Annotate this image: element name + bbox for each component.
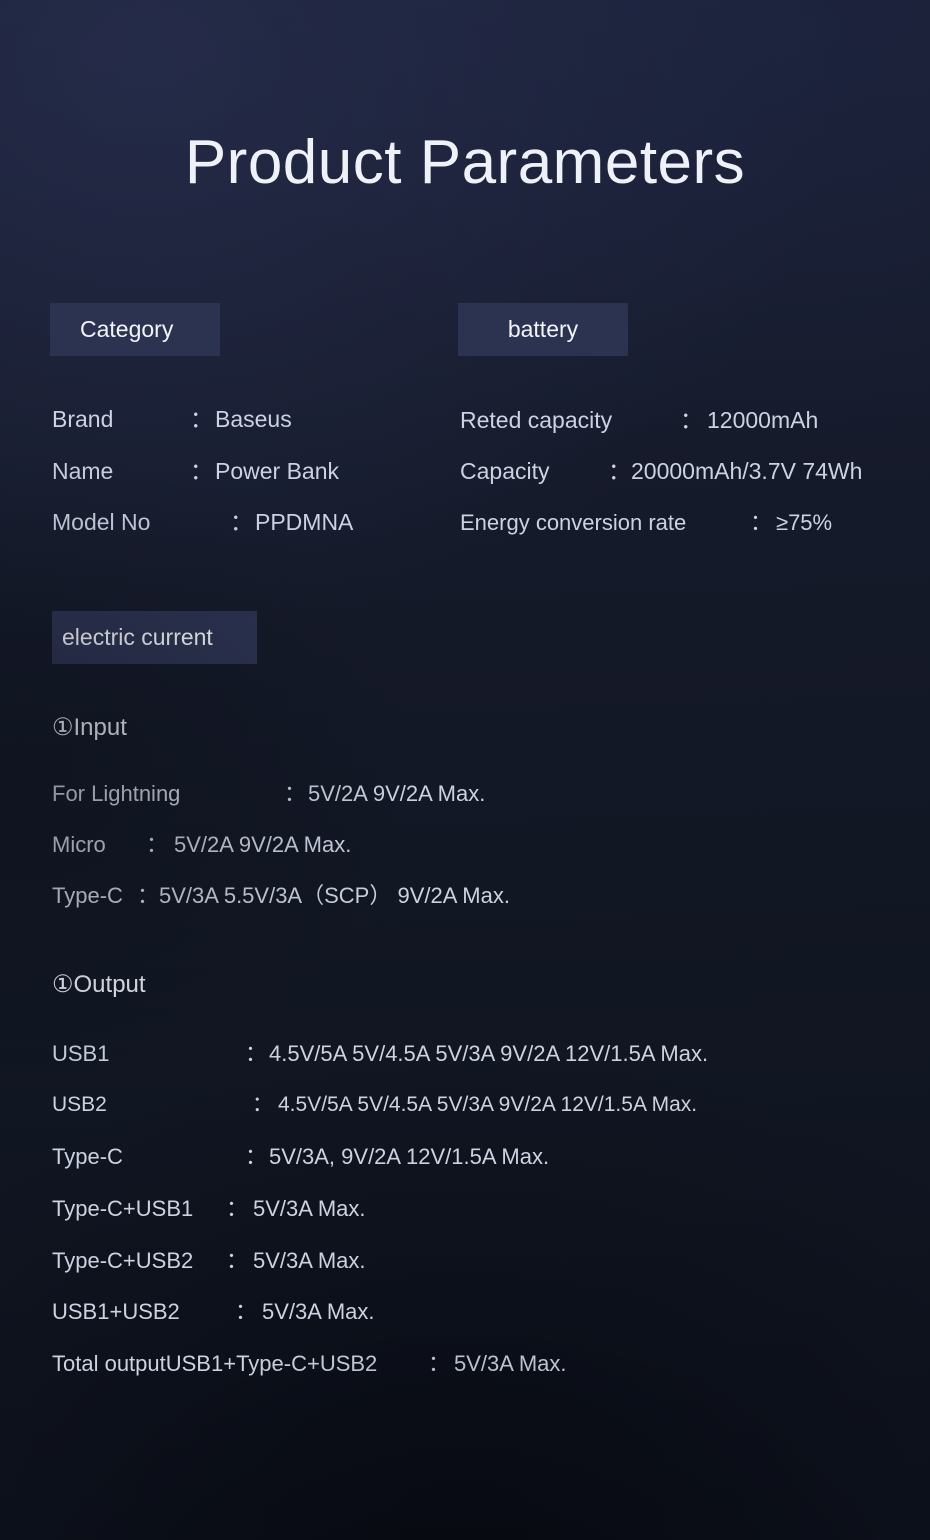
spec-row-input-type-c: Type-C ： 5V/3A 5.5V/3A（SCP） 9V/2A Max. <box>52 878 510 910</box>
spec-label: Capacity <box>460 458 550 484</box>
spec-row-output-usb1-plus-usb2: USB1+USB2 ： 5V/3A Max. <box>52 1294 375 1326</box>
page-title: Product Parameters <box>184 128 746 197</box>
spec-label: For Lightning <box>52 781 181 806</box>
spec-colon: ： <box>680 407 703 433</box>
spec-row-output-type-c: Type-C ： 5V/3A, 9V/2A 12V/1.5A Max. <box>52 1139 549 1171</box>
section-badge-category: Category <box>50 303 220 356</box>
spec-label: Type-C+USB2 <box>52 1248 194 1273</box>
spec-label: Brand <box>52 406 114 432</box>
spec-row-name: Name ： Power Bank <box>52 452 339 486</box>
spec-row-input-micro: Micro ： 5V/2A 9V/2A Max. <box>52 827 351 859</box>
spec-label: Energy conversion rate <box>460 510 687 535</box>
spec-row-input-for-lightning: For Lightning ： 5V/2A 9V/2A Max. <box>52 776 485 808</box>
spec-value: 4.5V/5A 5V/4.5A 5V/3A 9V/2A 12V/1.5A Max… <box>269 1041 709 1066</box>
spec-colon: ： <box>428 1351 451 1376</box>
spec-label: USB1 <box>52 1041 110 1066</box>
spec-colon: ： <box>750 510 773 535</box>
spec-colon: ： <box>284 781 307 806</box>
spec-row-capacity: Capacity ： 20000mAh/3.7V 74Wh <box>460 452 862 486</box>
spec-label: Total outputUSB1+Type-C+USB2 <box>52 1351 378 1376</box>
spec-colon: ： <box>252 1093 273 1116</box>
spec-row-output-usb2: USB2 ： 4.5V/5A 5V/4.5A 5V/3A 9V/2A 12V/1… <box>52 1088 697 1118</box>
spec-value: 5V/2A 9V/2A Max. <box>174 832 352 857</box>
spec-value: 5V/2A 9V/2A Max. <box>308 781 486 806</box>
spec-value: 12000mAh <box>707 407 819 433</box>
spec-colon: ： <box>190 406 213 432</box>
product-parameters-page: Product Parameters Category Brand ： Base… <box>0 0 930 1540</box>
spec-value: ≥75% <box>776 510 833 535</box>
spec-row-rated-capacity: Reted capacity ： 12000mAh <box>460 401 818 435</box>
spec-value: Baseus <box>215 406 292 432</box>
spec-row-output-total: Total outputUSB1+Type-C+USB2 ： 5V/3A Max… <box>52 1346 567 1378</box>
spec-row-output-usb1: USB1 ： 4.5V/5A 5V/4.5A 5V/3A 9V/2A 12V/1… <box>52 1036 708 1068</box>
subheading-input: ①Input <box>52 714 127 741</box>
spec-colon: ： <box>230 509 253 535</box>
spec-colon: ： <box>235 1299 258 1324</box>
section-badge-battery: battery <box>458 303 628 356</box>
spec-label: Type-C+USB1 <box>52 1196 194 1221</box>
spec-row-output-type-c-plus-usb1: Type-C+USB1 ： 5V/3A Max. <box>52 1191 366 1223</box>
spec-label: Reted capacity <box>460 407 613 433</box>
spec-value: 5V/3A, 9V/2A 12V/1.5A Max. <box>269 1144 550 1169</box>
spec-row-energy-conversion-rate: Energy conversion rate ： ≥75% <box>460 505 832 537</box>
spec-colon: ： <box>245 1041 268 1066</box>
spec-colon: ： <box>137 883 160 908</box>
spec-row-brand: Brand ： Baseus <box>52 400 292 434</box>
spec-label: Type-C <box>52 883 123 908</box>
spec-colon: ： <box>190 458 213 484</box>
spec-value: PPDMNA <box>255 509 354 535</box>
spec-row-model-no: Model No ： PPDMNA <box>52 503 353 537</box>
spec-label: USB1+USB2 <box>52 1299 180 1324</box>
spec-value: 5V/3A Max. <box>253 1248 366 1273</box>
spec-colon: ： <box>226 1248 249 1273</box>
spec-label: Name <box>52 458 114 484</box>
spec-value: 4.5V/5A 5V/4.5A 5V/3A 9V/2A 12V/1.5A Max… <box>278 1093 698 1116</box>
spec-colon: ： <box>245 1144 268 1169</box>
spec-value: 5V/3A Max. <box>262 1299 375 1324</box>
spec-label: Model No <box>52 509 151 535</box>
spec-value: 5V/3A 5.5V/3A（SCP） 9V/2A Max. <box>159 883 510 908</box>
spec-colon: ： <box>146 832 169 857</box>
spec-row-output-type-c-plus-usb2: Type-C+USB2 ： 5V/3A Max. <box>52 1243 366 1275</box>
spec-colon: ： <box>608 458 631 484</box>
spec-label: Micro <box>52 832 106 857</box>
spec-value: 5V/3A Max. <box>454 1351 567 1376</box>
spec-value: 20000mAh/3.7V 74Wh <box>631 458 863 484</box>
spec-label: USB2 <box>52 1093 107 1116</box>
spec-colon: ： <box>226 1196 249 1221</box>
spec-value: Power Bank <box>215 458 340 484</box>
subheading-output: ①Output <box>52 971 146 998</box>
section-badge-electric-current: electric current <box>52 611 257 664</box>
spec-label: Type-C <box>52 1144 123 1169</box>
spec-value: 5V/3A Max. <box>253 1196 366 1221</box>
